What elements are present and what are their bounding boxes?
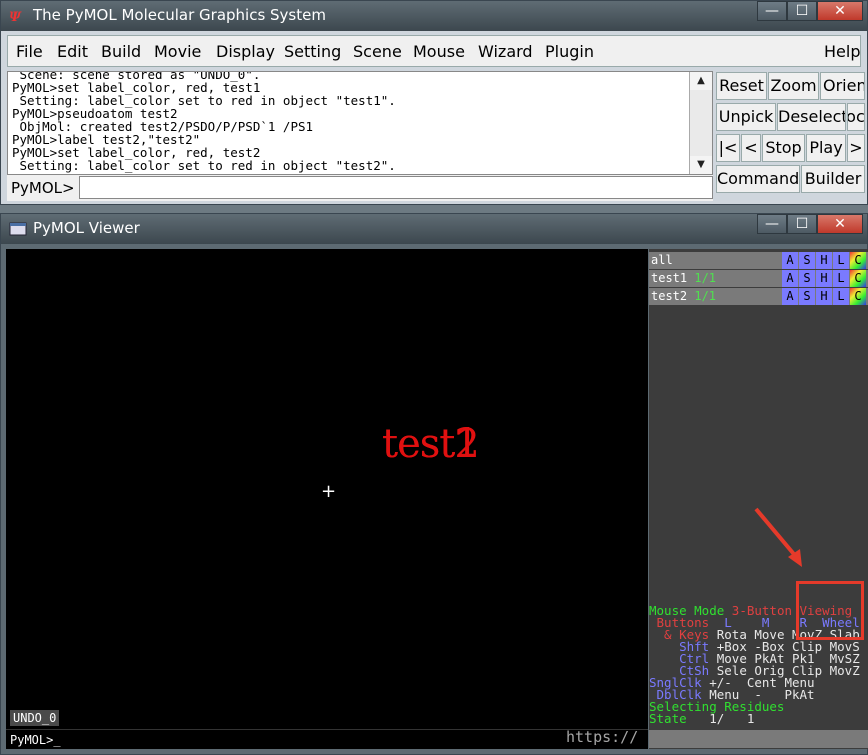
back-button[interactable]: < [741,134,761,162]
console-scrollbar[interactable]: ▲ ▼ [689,72,712,174]
movie-controls-bar[interactable] [649,730,868,748]
object-state: 1/1 [694,271,717,285]
object-row-all[interactable]: all ASHLC [649,252,868,269]
object-l-button[interactable]: L [833,252,849,269]
stop-button[interactable]: Stop [762,134,805,162]
menu-scene[interactable]: Scene [353,42,402,61]
menu-file[interactable]: File [16,42,43,61]
menu-plugin[interactable]: Plugin [545,42,594,61]
viewer-window-title: PyMOL Viewer [33,219,140,237]
viewer-maximize-icon[interactable]: ☐ [787,214,817,234]
object-panel: all A S H L Ctest1 1/1 A S H L Ctest2 1/1 A S H L C Mo… [649,249,868,749]
close-icon[interactable]: ✕ [817,1,863,21]
rewind-button[interactable]: |< [716,134,740,162]
object-name: test1 1/1 [651,271,717,285]
window-icon [9,222,27,236]
molecule-label-stack: test1 test2 [382,421,480,467]
svg-text:Ψ: Ψ [9,10,22,24]
maximize-icon[interactable]: ☐ [787,1,817,21]
console-text: Scene: scene stored as "UNDO_0". PyMOL>se… [12,72,396,173]
play-button[interactable]: Play [806,134,846,162]
object-name: test2 1/1 [651,289,717,303]
mouse-mode-line: State 1/ 1 [649,711,868,726]
minimize-icon[interactable]: — [757,1,787,21]
menu-display[interactable]: Display [216,42,275,61]
object-state: 1/1 [694,289,717,303]
reset-button[interactable]: Reset [716,72,767,100]
menu-build[interactable]: Build [101,42,141,61]
annotation-highlight-box [796,581,864,640]
object-h-button[interactable]: H [816,288,832,305]
object-row-test2[interactable]: test2 1/1 A S H L C [649,288,868,305]
scene-tag: UNDO_0 [10,710,60,726]
viewer-close-icon[interactable]: ✕ [817,214,863,234]
watermark-text: https:// [566,728,639,746]
viewer-command-line[interactable]: PyMOL>_ [6,729,648,749]
viewer-window-controls: — ☐ ✕ [757,214,863,236]
menu-mouse[interactable]: Mouse [413,42,465,61]
zoom-button[interactable]: Zoom [768,72,819,100]
main-window-title: The PyMOL Molecular Graphics System [33,6,326,24]
object-a-button[interactable]: A [782,252,798,269]
unpick-button[interactable]: Unpick [716,103,776,131]
rock-button[interactable]: Rock [847,103,865,131]
3d-viewport[interactable]: test1 test2 + UNDO_0 PyMOL>_ [6,249,648,749]
menu-wizard[interactable]: Wizard [478,42,533,61]
object-l-button[interactable]: L [833,270,849,287]
object-s-button[interactable]: S [799,270,815,287]
command-button[interactable]: Command [716,165,800,193]
object-h-button[interactable]: H [816,252,832,269]
scroll-down-icon[interactable]: ▼ [690,156,712,174]
object-name: all [651,253,673,267]
command-prompt-label: PyMOL> [11,179,75,197]
console-line: Setting: label_color set to red in objec… [12,158,396,173]
object-c-button[interactable]: C [850,270,866,287]
deselect-button[interactable]: Deselect [777,103,846,131]
main-title-bar[interactable]: Ψ The PyMOL Molecular Graphics System — … [1,1,867,31]
forward-button[interactable]: > [847,134,865,162]
object-s-button[interactable]: S [799,288,815,305]
command-row: PyMOL> [7,175,713,201]
command-input[interactable] [79,176,713,199]
output-console: Scene: scene stored as "UNDO_0". PyMOL>se… [7,71,713,175]
rock-button-label: Rock [847,107,865,126]
object-h-button[interactable]: H [816,270,832,287]
menu-setting[interactable]: Setting [284,42,341,61]
orient-button[interactable]: Orient [820,72,865,100]
pseudoatom-cross-icon: + [321,481,337,502]
label-test2: test2 [382,421,480,467]
mouse-mode-text: State [649,711,687,726]
object-c-button[interactable]: C [850,288,866,305]
object-a-button[interactable]: A [782,270,798,287]
window-controls: — ☐ ✕ [757,1,863,23]
object-s-button[interactable]: S [799,252,815,269]
menu-bar: File Edit Build Movie Display Setting Sc… [7,35,861,67]
pymol-logo-icon: Ψ [9,10,22,24]
menu-movie[interactable]: Movie [154,42,201,61]
menu-edit[interactable]: Edit [57,42,88,61]
object-row-test1[interactable]: test1 1/1 A S H L C [649,270,868,287]
main-window: Ψ The PyMOL Molecular Graphics System — … [0,0,868,205]
scroll-up-icon[interactable]: ▲ [690,72,712,90]
annotation-arrow-icon [754,507,802,567]
object-l-button[interactable]: L [833,288,849,305]
menu-help[interactable]: Help [824,42,860,61]
viewer-title-bar[interactable]: PyMOL Viewer — ☐ ✕ [1,214,867,244]
viewer-minimize-icon[interactable]: — [757,214,787,234]
mouse-mode-text: 1/ 1 [686,711,755,726]
builder-button[interactable]: Builder [801,165,865,193]
object-c-button[interactable]: C [850,252,866,269]
object-a-button[interactable]: A [782,288,798,305]
